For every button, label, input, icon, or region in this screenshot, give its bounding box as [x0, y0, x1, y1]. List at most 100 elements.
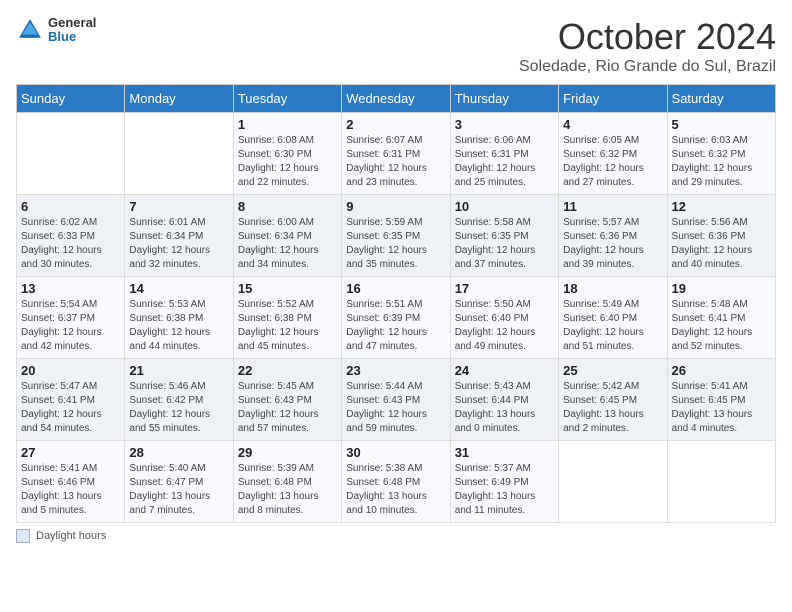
title-block: October 2024 Soledade, Rio Grande do Sul…	[519, 16, 776, 76]
day-number: 15	[238, 281, 337, 296]
day-info: Sunrise: 5:44 AMSunset: 6:43 PMDaylight:…	[346, 380, 445, 436]
day-info: Sunrise: 6:03 AMSunset: 6:32 PMDaylight:…	[672, 134, 771, 190]
calendar-cell: 1Sunrise: 6:08 AMSunset: 6:30 PMDaylight…	[233, 113, 341, 195]
day-number: 21	[129, 363, 228, 378]
day-info: Sunrise: 5:57 AMSunset: 6:36 PMDaylight:…	[563, 216, 662, 272]
calendar-cell: 15 Sunrise: 5:52 AMSunset: 6:38 PMDayligh…	[233, 277, 341, 359]
calendar-cell: 18 Sunrise: 5:49 AMSunset: 6:40 PMDayligh…	[559, 277, 667, 359]
calendar-cell: 17Sunrise: 5:50 AMSunset: 6:40 PMDayligh…	[450, 277, 558, 359]
day-info: Sunrise: 5:56 AMSunset: 6:36 PMDaylight:…	[672, 216, 771, 272]
day-info: Sunrise: 5:37 AMSunset: 6:49 PMDaylight:…	[455, 462, 554, 518]
day-number: 18	[563, 281, 662, 296]
calendar-cell: 20 Sunrise: 5:47 AMSunset: 6:41 PMDayligh…	[17, 359, 125, 441]
day-number: 20	[21, 363, 120, 378]
calendar-cell: 22 Sunrise: 5:45 AMSunset: 6:43 PMDayligh…	[233, 359, 341, 441]
day-number: 2	[346, 117, 445, 132]
day-number: 30	[346, 445, 445, 460]
calendar-cell: 31Sunrise: 5:37 AMSunset: 6:49 PMDayligh…	[450, 441, 558, 523]
calendar-cell: 11 Sunrise: 5:57 AMSunset: 6:36 PMDayligh…	[559, 195, 667, 277]
day-info: Sunrise: 5:40 AMSunset: 6:47 PMDaylight:…	[129, 462, 228, 518]
day-number: 28	[129, 445, 228, 460]
weekday-header: Friday	[559, 85, 667, 113]
calendar-cell: 7Sunrise: 6:01 AMSunset: 6:34 PMDaylight…	[125, 195, 233, 277]
day-number: 19	[672, 281, 771, 296]
calendar-cell: 6 Sunrise: 6:02 AMSunset: 6:33 PMDaylight…	[17, 195, 125, 277]
day-info: Sunrise: 5:41 AMSunset: 6:46 PMDaylight:…	[21, 462, 120, 518]
calendar-table: SundayMondayTuesdayWednesdayThursdayFrid…	[16, 84, 776, 523]
calendar-cell: 29 Sunrise: 5:39 AMSunset: 6:48 PMDayligh…	[233, 441, 341, 523]
day-number: 29	[238, 445, 337, 460]
day-number: 23	[346, 363, 445, 378]
day-info: Sunrise: 5:48 AMSunset: 6:41 PMDaylight:…	[672, 298, 771, 354]
calendar-cell: 13Sunrise: 5:54 AMSunset: 6:37 PMDayligh…	[17, 277, 125, 359]
logo-blue: Blue	[48, 30, 96, 44]
calendar-cell: 8Sunrise: 6:00 AMSunset: 6:34 PMDaylight…	[233, 195, 341, 277]
day-number: 26	[672, 363, 771, 378]
day-number: 25	[563, 363, 662, 378]
day-info: Sunrise: 5:46 AMSunset: 6:42 PMDaylight:…	[129, 380, 228, 436]
day-info: Sunrise: 6:05 AMSunset: 6:32 PMDaylight:…	[563, 134, 662, 190]
logo-icon	[16, 16, 44, 44]
calendar-cell: 27 Sunrise: 5:41 AMSunset: 6:46 PMDayligh…	[17, 441, 125, 523]
day-info: Sunrise: 5:45 AMSunset: 6:43 PMDaylight:…	[238, 380, 337, 436]
day-number: 7	[129, 199, 228, 214]
day-info: Sunrise: 5:54 AMSunset: 6:37 PMDaylight:…	[21, 298, 120, 354]
weekday-header: Saturday	[667, 85, 775, 113]
calendar-week-row: 1Sunrise: 6:08 AMSunset: 6:30 PMDaylight…	[17, 113, 776, 195]
weekday-header: Wednesday	[342, 85, 450, 113]
calendar-cell: 30 Sunrise: 5:38 AMSunset: 6:48 PMDayligh…	[342, 441, 450, 523]
daylight-legend-box	[16, 529, 30, 543]
day-info: Sunrise: 5:51 AMSunset: 6:39 PMDaylight:…	[346, 298, 445, 354]
day-number: 22	[238, 363, 337, 378]
calendar-cell	[559, 441, 667, 523]
day-info: Sunrise: 5:41 AMSunset: 6:45 PMDaylight:…	[672, 380, 771, 436]
daylight-legend-label: Daylight hours	[36, 530, 106, 542]
calendar-cell: 16 Sunrise: 5:51 AMSunset: 6:39 PMDayligh…	[342, 277, 450, 359]
day-info: Sunrise: 5:59 AMSunset: 6:35 PMDaylight:…	[346, 216, 445, 272]
day-number: 11	[563, 199, 662, 214]
day-number: 6	[21, 199, 120, 214]
day-number: 3	[455, 117, 554, 132]
day-number: 14	[129, 281, 228, 296]
weekday-header: Monday	[125, 85, 233, 113]
calendar-cell	[17, 113, 125, 195]
day-number: 17	[455, 281, 554, 296]
day-info: Sunrise: 5:49 AMSunset: 6:40 PMDaylight:…	[563, 298, 662, 354]
logo-general: General	[48, 16, 96, 30]
calendar-cell: 3 Sunrise: 6:06 AMSunset: 6:31 PMDaylight…	[450, 113, 558, 195]
day-info: Sunrise: 5:43 AMSunset: 6:44 PMDaylight:…	[455, 380, 554, 436]
day-info: Sunrise: 5:47 AMSunset: 6:41 PMDaylight:…	[21, 380, 120, 436]
calendar-cell: 9Sunrise: 5:59 AMSunset: 6:35 PMDaylight…	[342, 195, 450, 277]
day-info: Sunrise: 5:52 AMSunset: 6:38 PMDaylight:…	[238, 298, 337, 354]
day-info: Sunrise: 6:08 AMSunset: 6:30 PMDaylight:…	[238, 134, 337, 190]
day-number: 4	[563, 117, 662, 132]
day-info: Sunrise: 6:00 AMSunset: 6:34 PMDaylight:…	[238, 216, 337, 272]
day-number: 16	[346, 281, 445, 296]
location: Soledade, Rio Grande do Sul, Brazil	[519, 58, 776, 76]
calendar-cell: 24 Sunrise: 5:43 AMSunset: 6:44 PMDayligh…	[450, 359, 558, 441]
day-info: Sunrise: 6:06 AMSunset: 6:31 PMDaylight:…	[455, 134, 554, 190]
calendar-week-row: 27 Sunrise: 5:41 AMSunset: 6:46 PMDayligh…	[17, 441, 776, 523]
calendar-cell: 26 Sunrise: 5:41 AMSunset: 6:45 PMDayligh…	[667, 359, 775, 441]
day-info: Sunrise: 5:42 AMSunset: 6:45 PMDaylight:…	[563, 380, 662, 436]
day-info: Sunrise: 5:38 AMSunset: 6:48 PMDaylight:…	[346, 462, 445, 518]
logo-text: General Blue	[48, 16, 96, 45]
day-number: 12	[672, 199, 771, 214]
day-info: Sunrise: 5:39 AMSunset: 6:48 PMDaylight:…	[238, 462, 337, 518]
weekday-header: Thursday	[450, 85, 558, 113]
month-title: October 2024	[519, 16, 776, 58]
logo: General Blue	[16, 16, 96, 45]
calendar-cell: 14 Sunrise: 5:53 AMSunset: 6:38 PMDayligh…	[125, 277, 233, 359]
calendar-footer: Daylight hours	[16, 529, 776, 543]
page-header: General Blue October 2024 Soledade, Rio …	[16, 16, 776, 76]
day-info: Sunrise: 6:02 AMSunset: 6:33 PMDaylight:…	[21, 216, 120, 272]
weekday-header-row: SundayMondayTuesdayWednesdayThursdayFrid…	[17, 85, 776, 113]
calendar-cell: 2 Sunrise: 6:07 AMSunset: 6:31 PMDaylight…	[342, 113, 450, 195]
calendar-cell: 10Sunrise: 5:58 AMSunset: 6:35 PMDayligh…	[450, 195, 558, 277]
day-number: 24	[455, 363, 554, 378]
day-info: Sunrise: 5:53 AMSunset: 6:38 PMDaylight:…	[129, 298, 228, 354]
calendar-cell: 5Sunrise: 6:03 AMSunset: 6:32 PMDaylight…	[667, 113, 775, 195]
day-number: 27	[21, 445, 120, 460]
day-info: Sunrise: 6:07 AMSunset: 6:31 PMDaylight:…	[346, 134, 445, 190]
weekday-header: Sunday	[17, 85, 125, 113]
